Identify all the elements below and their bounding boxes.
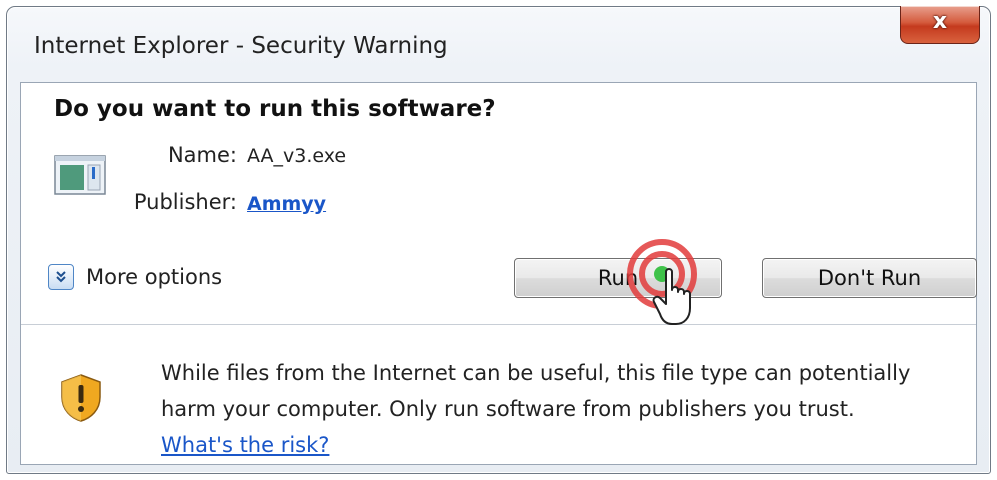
dialog-body: Do you want to run this software? Name: … (20, 82, 977, 465)
chevron-double-down-icon (48, 264, 74, 290)
more-options-toggle[interactable]: More options (48, 262, 222, 292)
name-label: Name: (167, 143, 237, 167)
publisher-link[interactable]: Ammyy (247, 193, 326, 215)
dont-run-button[interactable]: Don't Run (762, 258, 977, 298)
run-button[interactable]: Run (514, 258, 722, 298)
whats-the-risk-link[interactable]: What's the risk? (161, 433, 329, 457)
more-options-label: More options (86, 265, 223, 289)
shield-warning-icon (61, 374, 101, 422)
close-icon: x (932, 9, 948, 34)
publisher-label: Publisher: (133, 190, 237, 214)
name-value: AA_v3.exe (247, 145, 347, 167)
close-button[interactable]: x (900, 6, 980, 44)
warning-message: While files from the Internet can be use… (161, 355, 921, 463)
title-bar[interactable]: Internet Explorer - Security Warning x (7, 6, 990, 85)
window-title: Internet Explorer - Security Warning (34, 33, 448, 59)
security-warning-dialog: Internet Explorer - Security Warning x D… (6, 6, 991, 474)
dialog-heading: Do you want to run this software? (54, 96, 496, 122)
divider (21, 324, 976, 325)
warning-text: While files from the Internet can be use… (161, 361, 911, 421)
